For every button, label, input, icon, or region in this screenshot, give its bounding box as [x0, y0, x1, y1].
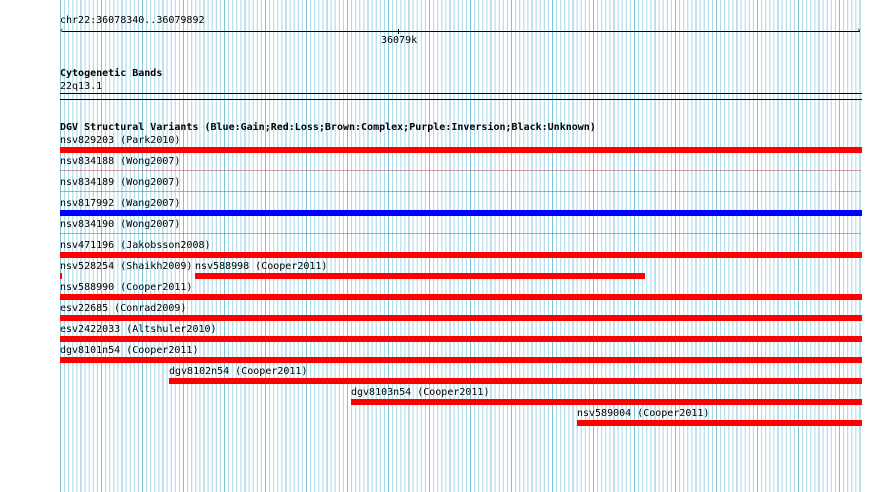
cytoband-bar-bottom	[60, 99, 862, 100]
dgv-feature-bar-loss[interactable]	[351, 399, 862, 405]
dgv-feature-bar-loss[interactable]	[60, 170, 861, 171]
dgv-feature-bar-loss[interactable]	[60, 233, 861, 234]
ruler-right-arrow-icon: ›	[856, 26, 862, 36]
dgv-feature-bar-loss[interactable]	[60, 294, 862, 300]
dgv-feature-label: esv22685 (Conrad2009)	[60, 303, 187, 314]
dgv-feature-label: nsv588990 (Cooper2011)	[60, 282, 193, 293]
dgv-feature-label: nsv829203 (Park2010)	[60, 135, 181, 146]
dgv-feature-label: dgv8101n54 (Cooper2011)	[60, 345, 199, 356]
dgv-feature-label: dgv8103n54 (Cooper2011)	[351, 387, 490, 398]
dgv-feature-label: nsv834190 (Wong2007)	[60, 219, 181, 230]
scale-ruler[interactable]	[60, 26, 862, 38]
dgv-feature-bar-loss[interactable]	[60, 336, 862, 342]
dgv-feature-label: nsv834188 (Wong2007)	[60, 156, 181, 167]
cytoband-track-title: Cytogenetic Bands	[60, 68, 163, 79]
dgv-feature-bar-gain[interactable]	[60, 210, 862, 216]
dgv-feature-bar-loss[interactable]	[577, 420, 862, 426]
dgv-feature-bar-loss[interactable]	[195, 273, 645, 279]
ruler-left-arrow-icon: ‹	[59, 26, 65, 36]
dgv-feature-label: nsv589004 (Cooper2011)	[577, 408, 710, 419]
dgv-feature-bar-loss[interactable]	[60, 191, 861, 192]
region-label: chr22:36078340..36079892	[60, 15, 205, 26]
dgv-feature-bar-loss[interactable]	[169, 378, 862, 384]
dgv-feature-label: esv2422033 (Altshuler2010)	[60, 324, 217, 335]
dgv-feature-label: nsv528254 (Shaikh2009)	[60, 261, 193, 272]
cytoband-label: 22q13.1	[60, 81, 103, 92]
dgv-feature-label: nsv471196 (Jakobsson2008)	[60, 240, 211, 251]
ruler-tick-label: 36079k	[381, 35, 418, 46]
dgv-feature-bar-loss[interactable]	[60, 252, 862, 258]
ruler-line	[62, 31, 860, 32]
dgv-feature-label: nsv588998 (Cooper2011)	[195, 261, 328, 272]
ruler-tick	[398, 29, 399, 34]
dgv-feature-bar-loss[interactable]	[60, 315, 862, 321]
dgv-feature-label: nsv817992 (Wang2007)	[60, 198, 181, 209]
dgv-feature-bar-loss[interactable]	[60, 273, 62, 279]
dgv-feature-label: dgv8102n54 (Cooper2011)	[169, 366, 308, 377]
dgv-feature-bar-loss[interactable]	[60, 357, 862, 363]
dgv-track-title: DGV Structural Variants (Blue:Gain;Red:L…	[60, 122, 596, 133]
cytoband-bar-top[interactable]	[60, 93, 862, 94]
dgv-feature-label: nsv834189 (Wong2007)	[60, 177, 181, 188]
dgv-feature-bar-loss[interactable]	[60, 147, 862, 153]
